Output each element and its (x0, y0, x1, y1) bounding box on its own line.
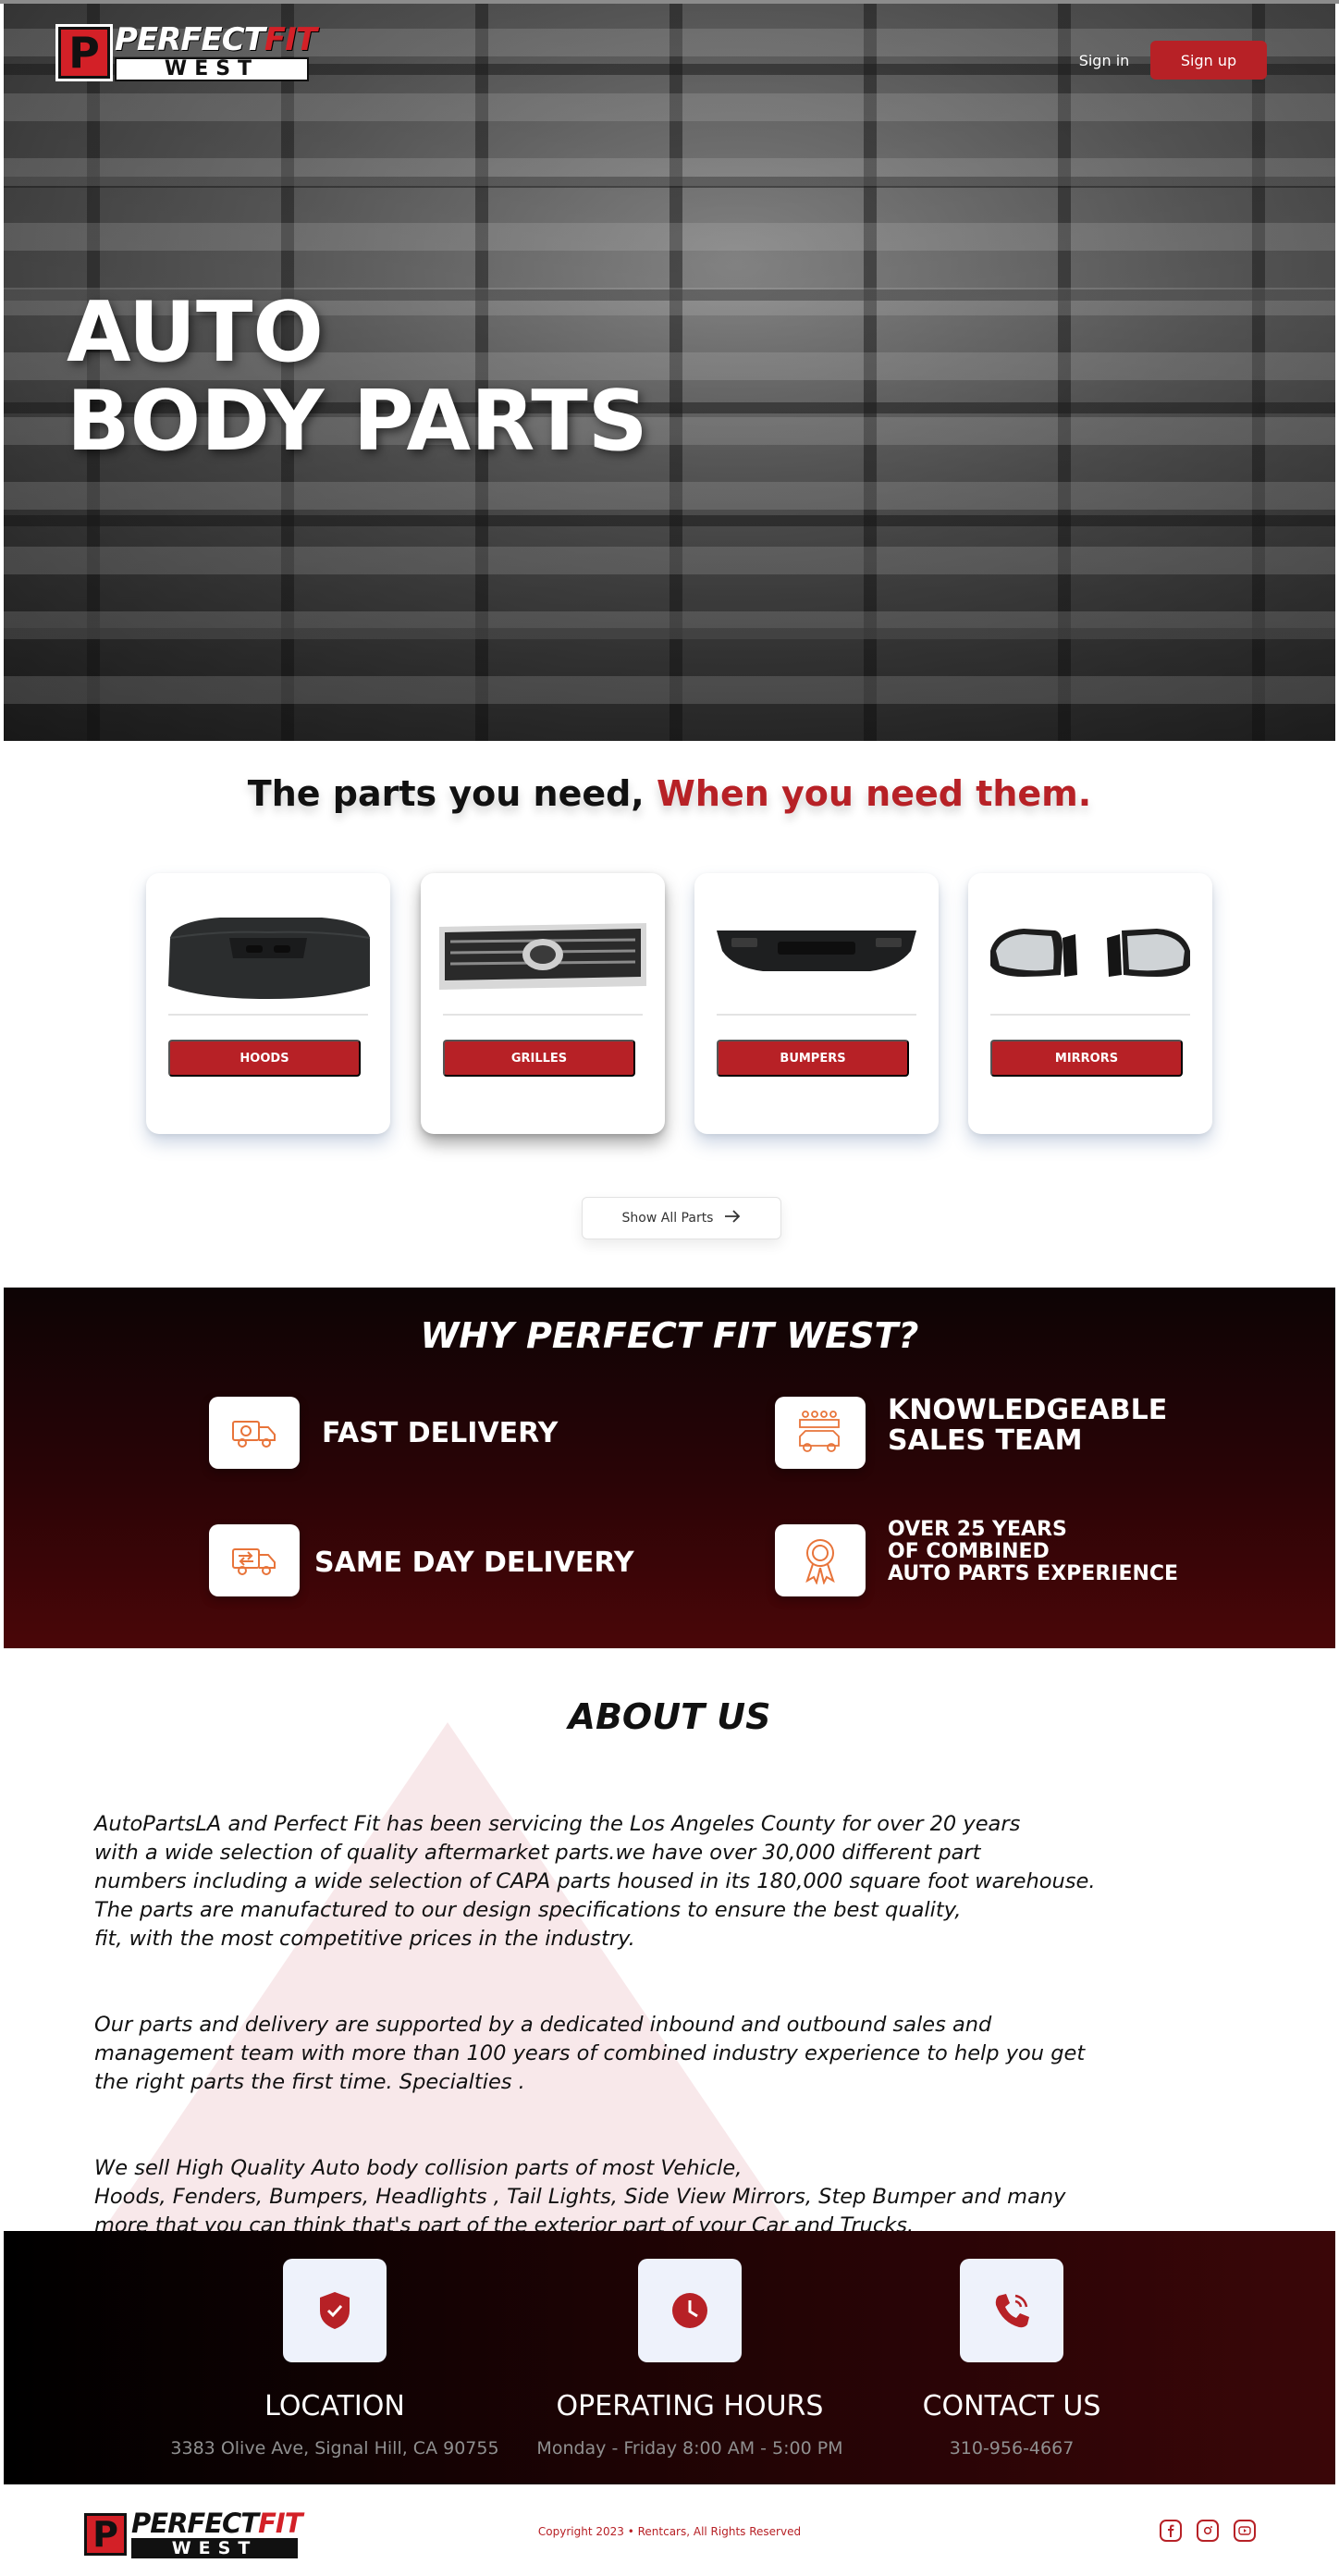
grille-image (439, 910, 646, 1003)
part-card-grilles[interactable]: GRILLES (421, 873, 665, 1134)
award-ribbon-icon (775, 1524, 866, 1596)
mirrors-button[interactable]: MIRRORS (990, 1040, 1183, 1077)
logo-name: PERFECTFIT (115, 21, 317, 58)
feature-experience: OVER 25 YEARS OF COMBINED AUTO PARTS EXP… (888, 1519, 1178, 1585)
feature-sales-team: KNOWLEDGEABLE SALES TEAM (888, 1395, 1167, 1456)
logo-mark: P (55, 24, 113, 81)
logo-name-accent: FIT (264, 21, 317, 58)
logo-wordmark: PERFECTFIT WEST (131, 2508, 302, 2558)
why-title: WHY PERFECT FIT WEST? (420, 1315, 919, 1356)
hoods-button[interactable]: HOODS (168, 1040, 361, 1077)
why-section: WHY PERFECT FIT WEST? FAST DELIVERY KNOW… (4, 1288, 1335, 1648)
footer: P PERFECTFIT WEST Copyright 2023 • Rentc… (0, 2484, 1339, 2576)
about-section: ABOUT US AutoPartsLA and Perfect Fit has… (4, 1648, 1335, 2231)
card-divider (443, 1014, 643, 1016)
arrow-right-icon (724, 1210, 741, 1226)
hood-image (165, 910, 372, 1003)
delivery-truck-icon (209, 1397, 300, 1469)
card-divider (717, 1014, 916, 1016)
show-all-parts-label: Show All Parts (621, 1211, 714, 1226)
contact-section: LOCATION 3383 Olive Ave, Signal Hill, CA… (4, 2231, 1335, 2484)
hero-title-line2: BODY PARTS (67, 373, 648, 470)
logo-name-primary: PERFECT (115, 21, 265, 58)
show-all-parts-button[interactable]: Show All Parts (582, 1197, 781, 1239)
clock-icon (638, 2259, 742, 2362)
youtube-icon[interactable] (1234, 2520, 1256, 2542)
sales-team-icon (775, 1397, 866, 1469)
contact-location-title: LOCATION (264, 2390, 405, 2422)
feature-sales-team-line2: SALES TEAM (888, 1424, 1083, 1457)
feature-experience-line2: OF COMBINED (888, 1540, 1050, 1563)
same-day-truck-icon (209, 1524, 300, 1596)
feature-fast-delivery: FAST DELIVERY (322, 1417, 559, 1449)
logo-name-sub: WEST (131, 2538, 298, 2558)
tagline-start: The parts you need, (247, 773, 657, 814)
copyright-text: Copyright 2023 • Rentcars, All Rights Re… (537, 2525, 802, 2538)
bumpers-button[interactable]: BUMPERS (717, 1040, 909, 1077)
mirrors-image (987, 910, 1194, 1003)
feature-experience-line3: AUTO PARTS EXPERIENCE (888, 1562, 1179, 1585)
card-divider (990, 1014, 1190, 1016)
hero-title-line1: AUTO (67, 284, 324, 381)
about-paragraph-1: AutoPartsLA and Perfect Fit has been ser… (94, 1812, 1096, 1951)
feature-same-day-delivery: SAME DAY DELIVERY (314, 1547, 634, 1579)
logo-name-accent: FIT (258, 2508, 302, 2539)
grilles-button[interactable]: GRILLES (443, 1040, 635, 1077)
logo-name: PERFECTFIT (131, 2508, 302, 2539)
sign-in-link[interactable]: Sign in (1058, 46, 1150, 74)
shield-check-icon (283, 2259, 387, 2362)
phone-icon[interactable] (960, 2259, 1063, 2362)
instagram-icon[interactable] (1197, 2520, 1219, 2542)
contact-hours-title: OPERATING HOURS (556, 2390, 824, 2422)
contact-phone-value[interactable]: 310-956-4667 (808, 2438, 1215, 2459)
feature-experience-line1: OVER 25 YEARS (888, 1518, 1067, 1541)
about-paragraph-2: Our parts and delivery are supported by … (94, 2013, 1086, 2094)
part-card-hoods[interactable]: HOODS (146, 873, 390, 1134)
contact-us-title: CONTACT US (922, 2390, 1101, 2422)
contact-location-value: 3383 Olive Ave, Signal Hill, CA 90755 (170, 2438, 499, 2459)
logo-name-primary: PERFECT (131, 2508, 259, 2539)
tagline-accent: When you need them. (656, 773, 1092, 814)
part-card-bumpers[interactable]: BUMPERS (694, 873, 939, 1134)
logo-wordmark: PERFECTFIT WEST (115, 21, 317, 81)
part-card-mirrors[interactable]: MIRRORS (968, 873, 1212, 1134)
about-paragraph-3: We sell High Quality Auto body collision… (94, 2156, 1066, 2231)
about-body: AutoPartsLA and Perfect Fit has been ser… (94, 1781, 1149, 2231)
feature-sales-team-line1: KNOWLEDGEABLE (888, 1394, 1168, 1426)
logo-mark: P (81, 2510, 129, 2558)
bumper-image (713, 910, 920, 1003)
facebook-icon[interactable] (1160, 2520, 1182, 2542)
about-title: ABOUT US (568, 1696, 771, 1737)
logo-name-sub: WEST (115, 57, 309, 81)
header-logo[interactable]: P PERFECTFIT WEST (55, 21, 317, 81)
hero-title: AUTO BODY PARTS (67, 289, 648, 466)
card-divider (168, 1014, 368, 1016)
parts-tagline: The parts you need, When you need them. (0, 773, 1339, 814)
sign-up-button[interactable]: Sign up (1150, 41, 1267, 80)
footer-logo[interactable]: P PERFECTFIT WEST (81, 2508, 302, 2558)
hero-banner: P PERFECTFIT WEST Sign in Sign up AUTO B… (4, 4, 1335, 741)
